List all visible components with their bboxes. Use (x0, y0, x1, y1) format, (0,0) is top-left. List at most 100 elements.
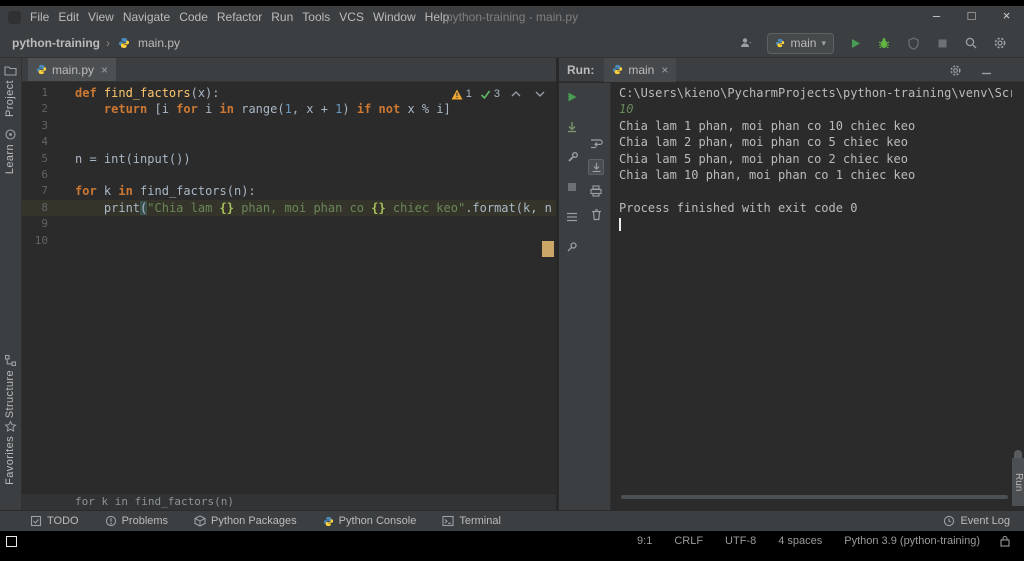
status-item[interactable]: Python 3.9 (python-training) (844, 535, 980, 547)
todo-icon (30, 515, 42, 527)
python-console-icon (323, 516, 333, 526)
breadcrumb: python-training › main.py (12, 28, 180, 58)
search-everywhere-icon[interactable] (963, 35, 979, 51)
menu-code[interactable]: Code (179, 10, 208, 24)
menu-run[interactable]: Run (271, 10, 293, 24)
warnings-indicator[interactable]: 1 (451, 88, 472, 100)
run-button[interactable] (847, 35, 863, 51)
prev-problem-icon[interactable] (508, 86, 524, 102)
breadcrumb-file[interactable]: main.py (138, 36, 180, 50)
code-line[interactable]: 5n = int(input()) (22, 151, 556, 167)
next-problem-icon[interactable] (532, 86, 548, 102)
code-editor[interactable]: 1 def find_factors(x): 2 return [i for i i… (22, 83, 556, 492)
sidebar-item-favorites[interactable]: Favorites (4, 436, 16, 485)
tool-window-quick-access-icon[interactable] (6, 535, 17, 547)
code-line[interactable]: 7 for k in find_factors(n): (22, 183, 556, 199)
hide-icon[interactable] (978, 62, 994, 78)
right-tool-stripe: Run (1012, 83, 1024, 510)
run-console[interactable]: C:\Users\kieno\PycharmProjects\python-tr… (611, 83, 1012, 510)
tool-button-python-console[interactable]: Python Console (323, 515, 416, 527)
menu-window[interactable]: Window (373, 10, 416, 24)
menu-view[interactable]: View (88, 10, 114, 24)
maximize-button[interactable]: □ (954, 6, 989, 28)
run-config-name: main (790, 36, 817, 50)
menu-file[interactable]: File (30, 10, 49, 24)
menu-edit[interactable]: Edit (58, 10, 79, 24)
check-icon (480, 90, 491, 99)
tool-button-todo[interactable]: TODO (30, 515, 79, 527)
code-line[interactable]: 8 print("Chia lam {} phan, moi phan co {… (22, 199, 556, 217)
debug-button[interactable] (876, 35, 892, 51)
run-window-actions (947, 58, 994, 82)
minimize-button[interactable]: – (919, 6, 954, 28)
horizontal-scrollbar[interactable] (621, 495, 1008, 499)
wrench-icon[interactable] (564, 149, 580, 165)
console-output: C:\Users\kieno\PycharmProjects\python-tr… (619, 85, 1012, 216)
python-file-icon (776, 38, 785, 48)
run-config-selector[interactable]: main ▾ (767, 32, 834, 54)
code-line[interactable]: 3 (22, 118, 556, 134)
close-button[interactable]: × (989, 6, 1024, 28)
window-controls: – □ × (919, 6, 1024, 28)
close-icon[interactable]: × (661, 63, 668, 77)
menu-vcs[interactable]: VCS (339, 10, 364, 24)
run-stripe-button[interactable]: Run (1012, 458, 1024, 506)
scroll-to-end-icon[interactable] (588, 159, 604, 175)
console-line: Process finished with exit code 0 (619, 200, 858, 215)
code-line[interactable]: 9 (22, 216, 556, 232)
tool-button-problems[interactable]: Problems (105, 515, 168, 527)
sidebar-item-structure[interactable]: Structure (4, 370, 16, 418)
tool-button-python-packages[interactable]: Python Packages (194, 515, 297, 527)
menu-navigate[interactable]: Navigate (123, 10, 170, 24)
gear-icon[interactable] (947, 62, 963, 78)
lock-icon[interactable] (1000, 535, 1010, 547)
print-icon[interactable] (588, 183, 604, 199)
down-arrow-icon[interactable] (564, 119, 580, 135)
run-tab-main[interactable]: main × (604, 57, 677, 82)
menu-bar: File Edit View Navigate Code Refactor Run Tools… (30, 10, 449, 24)
code-line[interactable]: 2 return [i for i in range(1, x + 1) if … (22, 101, 556, 117)
chevron-right-icon: › (105, 36, 110, 50)
sidebar-item-learn[interactable]: Learn (4, 144, 16, 174)
sidebar-item-project[interactable]: Project (4, 80, 16, 117)
typos-indicator[interactable]: 3 (480, 88, 500, 100)
title-bar: File Edit View Navigate Code Refactor Run Tools… (0, 6, 1024, 28)
tab-main-py[interactable]: main.py × (28, 58, 117, 81)
console-line: Chia lam 5 phan, moi phan co 2 chiec keo (619, 151, 908, 166)
breadcrumb-project[interactable]: python-training (12, 36, 100, 50)
restore-layout-icon[interactable] (564, 209, 580, 225)
console-caret-row (619, 216, 1012, 232)
status-item[interactable]: 4 spaces (778, 535, 822, 547)
context-line[interactable]: for k in find_factors(n) (22, 493, 556, 510)
run-tab-label: main (628, 62, 655, 77)
rerun-button[interactable] (564, 89, 580, 105)
settings-gear-icon[interactable] (992, 35, 1008, 51)
inspections-widget[interactable]: 1 3 (451, 86, 548, 102)
clear-trash-icon[interactable] (588, 207, 604, 223)
run-tab-bar: Run: main × (559, 57, 1024, 82)
window-title: python-training - main.py (446, 10, 579, 24)
main-toolbar: python-training › main.py main ▾ (0, 28, 1024, 58)
code-line[interactable]: 6 (22, 167, 556, 183)
console-line: Chia lam 1 phan, moi phan co 10 chiec ke… (619, 118, 916, 133)
tool-button-terminal[interactable]: Terminal (442, 515, 501, 527)
terminal-icon (442, 515, 454, 527)
tool-button-event-log[interactable]: Event Log (943, 515, 1010, 527)
close-icon[interactable]: × (101, 63, 108, 77)
code-line[interactable]: 10 (22, 233, 556, 249)
soft-wrap-icon[interactable] (588, 135, 604, 151)
scrollbar-thumb[interactable] (542, 241, 554, 257)
stop-button[interactable] (934, 35, 950, 51)
status-item[interactable]: UTF-8 (725, 535, 756, 547)
user-icon[interactable] (738, 35, 754, 51)
status-item[interactable]: 9:1 (637, 535, 652, 547)
stop-icon[interactable] (564, 179, 580, 195)
code-line[interactable]: 4 (22, 134, 556, 150)
pycharm-window: File Edit View Navigate Code Refactor Run Tools… (0, 0, 1024, 561)
menu-tools[interactable]: Tools (302, 10, 330, 24)
coverage-button[interactable] (905, 35, 921, 51)
pin-icon[interactable] (564, 239, 580, 255)
status-item[interactable]: CRLF (674, 535, 703, 547)
run-toolbar (559, 83, 611, 510)
menu-refactor[interactable]: Refactor (217, 10, 262, 24)
